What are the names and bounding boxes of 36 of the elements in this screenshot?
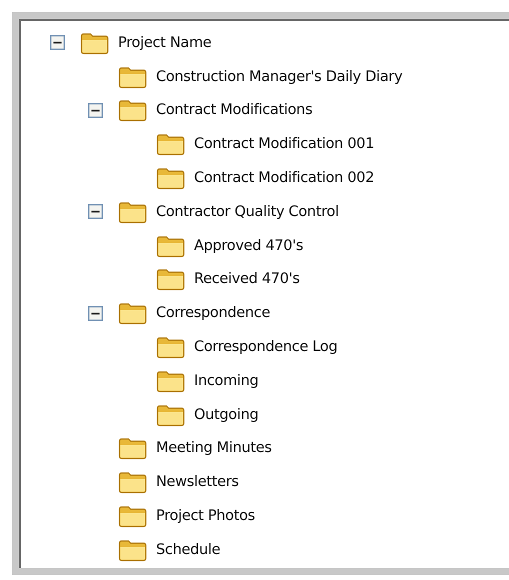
collapse-icon[interactable] <box>88 306 103 321</box>
folder-icon <box>118 301 148 326</box>
folder-icon <box>118 470 148 494</box>
folder-icon <box>156 335 186 360</box>
collapse-icon[interactable] <box>88 204 103 220</box>
folder-label[interactable]: Schedule <box>156 542 220 558</box>
folder-icon <box>156 402 186 427</box>
folder-icon <box>118 436 148 460</box>
folder-icon <box>156 368 186 393</box>
folder-label[interactable]: Project Name <box>118 34 212 51</box>
folder-icon <box>156 166 186 190</box>
folder-label[interactable]: Construction Manager's Daily Diary <box>156 68 402 85</box>
folder-label[interactable]: Newsletters <box>156 474 239 490</box>
folder-icon <box>156 234 186 258</box>
folder-icon <box>156 267 186 292</box>
collapse-icon[interactable] <box>50 35 65 50</box>
folder-label[interactable]: Contract Modification 002 <box>194 170 374 186</box>
folder-label[interactable]: Incoming <box>194 372 258 389</box>
folder-label[interactable]: Correspondence <box>156 305 270 322</box>
folder-label[interactable]: Received 470's <box>194 271 300 288</box>
folder-icon <box>118 98 148 122</box>
folder-icon <box>118 64 148 89</box>
folder-label[interactable]: Contract Modification 001 <box>194 136 374 152</box>
folder-icon <box>118 200 148 224</box>
folder-label[interactable]: Contractor Quality Control <box>156 204 339 220</box>
folder-label[interactable]: Correspondence Log <box>194 339 338 356</box>
folder-label[interactable]: Approved 470's <box>194 238 304 254</box>
folder-label[interactable]: Project Photos <box>156 508 255 524</box>
folder-label[interactable]: Contract Modifications <box>156 102 312 118</box>
folder-label[interactable]: Meeting Minutes <box>156 440 272 456</box>
folder-label[interactable]: Outgoing <box>194 406 258 423</box>
collapse-icon[interactable] <box>88 102 103 118</box>
folder-icon <box>156 132 186 156</box>
folder-icon <box>80 30 110 55</box>
folder-icon <box>118 504 148 528</box>
folder-icon <box>118 538 148 562</box>
